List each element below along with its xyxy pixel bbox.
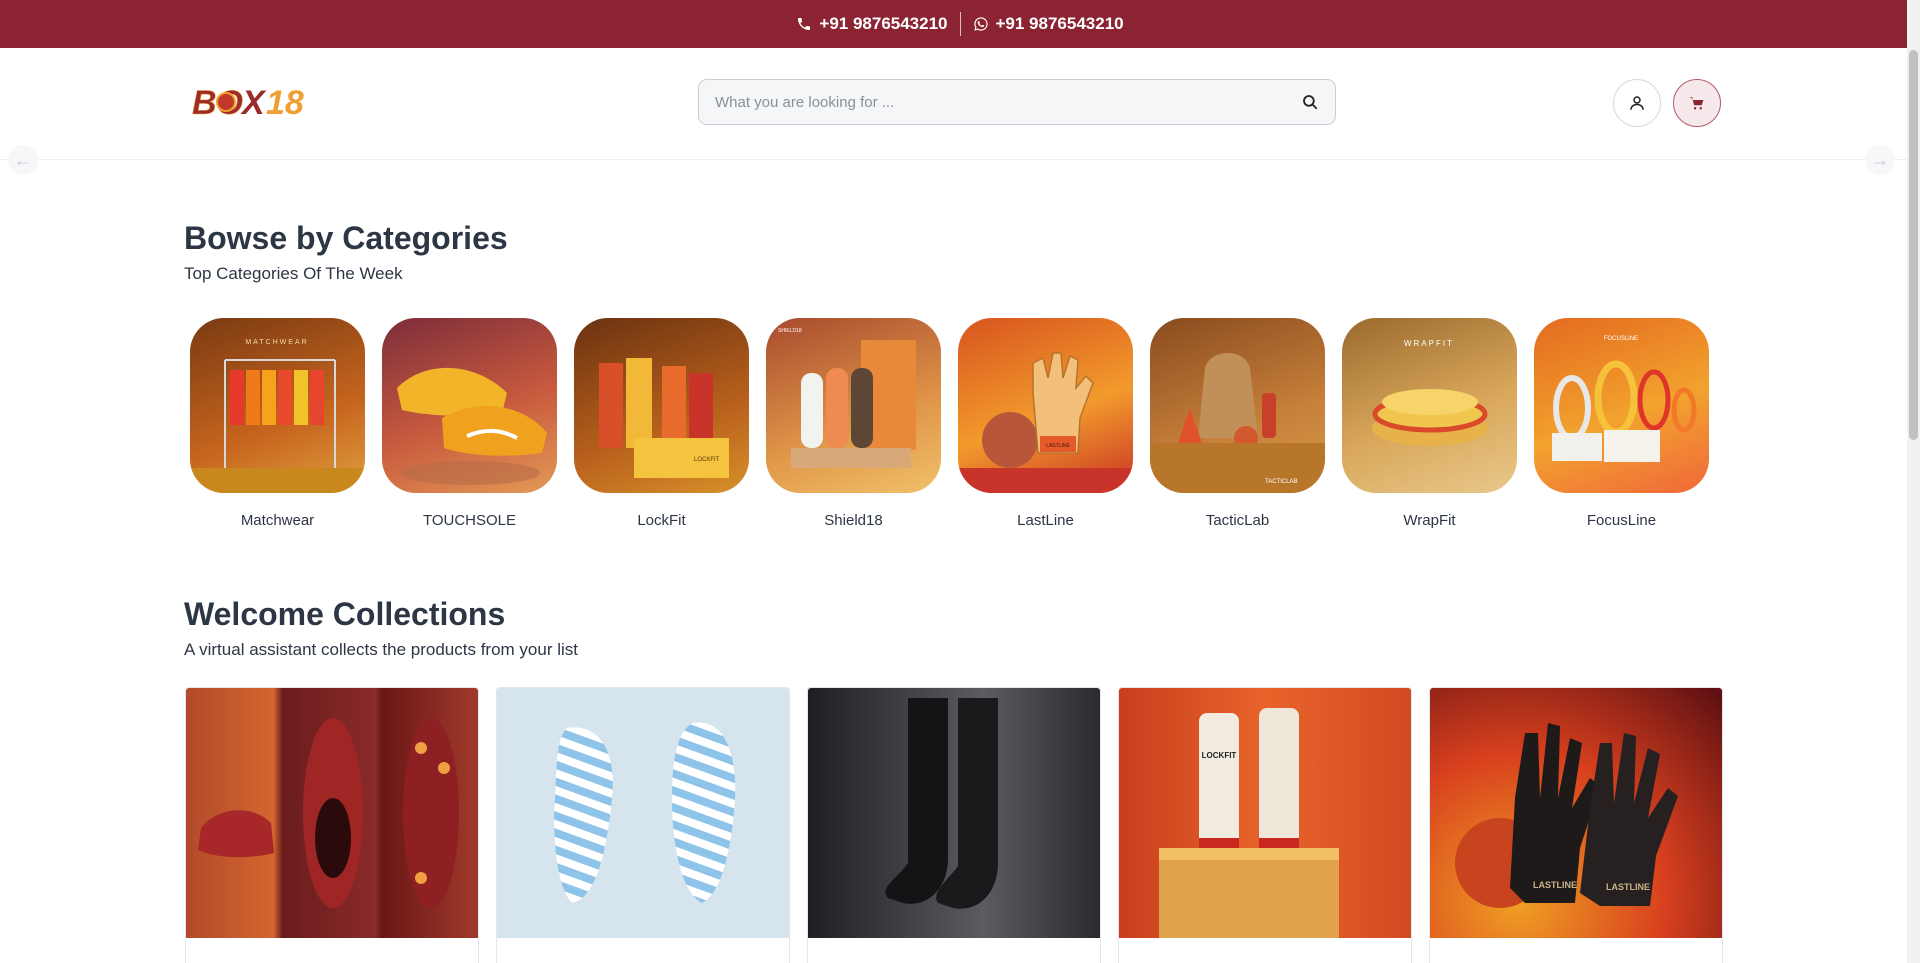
svg-text:LASTLINE: LASTLINE	[1046, 443, 1070, 449]
whatsapp-number: +91 9876543210	[995, 14, 1124, 33]
cart-icon	[1690, 97, 1704, 110]
contact-bar: +91 9876543210 +91 9876543210	[0, 0, 1920, 48]
category-tacticlab[interactable]: TACTICLAB TacticLab	[1150, 318, 1325, 529]
product-card[interactable]	[185, 687, 479, 963]
category-label: TacticLab	[1205, 512, 1270, 529]
wristbands-image: WRAPFIT	[1342, 318, 1517, 493]
collections-subtitle: A virtual assistant collects the product…	[184, 640, 578, 659]
product-card[interactable]	[496, 687, 790, 963]
category-label: LastLine	[1017, 512, 1074, 529]
site-header: BO X 18	[0, 48, 1920, 160]
whatsapp-icon	[973, 17, 988, 31]
category-label: TOUCHSOLE	[422, 512, 517, 529]
category-label: FocusLine	[1586, 512, 1657, 529]
category-list: MATCHWEAR Matchwear TOUCHSOLE LOCKFIT Lo…	[190, 318, 1709, 529]
svg-text:FOCUSLINE: FOCUSLINE	[1604, 336, 1638, 342]
search-bar	[698, 79, 1336, 125]
category-label: LockFit	[637, 512, 686, 529]
svg-text:WRAPFIT: WRAPFIT	[1404, 339, 1454, 348]
category-focusline[interactable]: FOCUSLINE FocusLine	[1534, 318, 1709, 529]
user-icon	[1630, 96, 1644, 110]
svg-text:TACTICLAB: TACTICLAB	[1265, 479, 1298, 485]
svg-text:LASTLINE: LASTLINE	[1533, 880, 1577, 890]
socks-box-image: LOCKFIT	[574, 318, 749, 493]
svg-text:18: 18	[266, 84, 304, 122]
category-matchwear[interactable]: MATCHWEAR Matchwear	[190, 318, 365, 529]
categories-title: Bowse by Categories	[184, 220, 508, 256]
svg-text:LOCKFIT: LOCKFIT	[694, 457, 720, 463]
goalkeeper-gloves-image: LASTLINE	[958, 318, 1133, 493]
box18-logo[interactable]: BO X 18	[190, 78, 308, 124]
scrollbar-thumb[interactable]	[1909, 50, 1918, 440]
football-boots-image	[382, 318, 557, 493]
shirts-rack-image: MATCHWEAR	[190, 318, 365, 493]
category-shield18[interactable]: SHIELD18 Shield18	[766, 318, 941, 529]
svg-text:LASTLINE: LASTLINE	[1606, 882, 1650, 892]
shin-guards-image: SHIELD18	[766, 318, 941, 493]
phone-contact[interactable]: +91 9876543210	[784, 14, 959, 34]
svg-text:SHIELD18: SHIELD18	[778, 328, 802, 334]
whatsapp-contact[interactable]: +91 9876543210	[961, 14, 1136, 34]
svg-text:X: X	[240, 84, 267, 122]
category-lastline[interactable]: LASTLINE LastLine	[958, 318, 1133, 529]
svg-text:LOCKFIT: LOCKFIT	[1202, 751, 1237, 760]
product-card[interactable]: LASTLINE LASTLINE	[1429, 687, 1723, 963]
black-socks-image	[808, 688, 1100, 938]
logo-graphic: BO X 18	[192, 84, 304, 123]
category-touchsole[interactable]: TOUCHSOLE	[382, 318, 557, 529]
collections-title: Welcome Collections	[184, 596, 506, 632]
page-scrollbar[interactable]	[1907, 0, 1920, 963]
svg-text:MATCHWEAR: MATCHWEAR	[245, 339, 308, 346]
search-icon[interactable]	[1301, 93, 1319, 111]
product-card[interactable]	[807, 687, 1101, 963]
category-wrapfit[interactable]: WRAPFIT WrapFit	[1342, 318, 1517, 529]
cart-button[interactable]	[1673, 79, 1721, 127]
search-input[interactable]	[715, 93, 1301, 111]
striped-boots-image	[497, 688, 789, 938]
training-gear-image: TACTICLAB	[1150, 318, 1325, 493]
carousel-prev-arrow-icon[interactable]: ←	[8, 145, 38, 175]
product-card[interactable]: LOCKFIT	[1118, 687, 1412, 963]
carousel-next-arrow-icon[interactable]: →	[1865, 145, 1895, 175]
lastline-gloves-image: LASTLINE LASTLINE	[1430, 688, 1722, 938]
category-label: Shield18	[824, 512, 883, 529]
account-button[interactable]	[1613, 79, 1661, 127]
categories-subtitle: Top Categories Of The Week	[184, 264, 403, 283]
category-label: Matchwear	[240, 512, 315, 529]
category-label: WrapFit	[1403, 512, 1456, 529]
headbands-image: FOCUSLINE	[1534, 318, 1709, 493]
product-list: LOCKFIT LASTLINE LASTLINE	[185, 687, 1723, 963]
lockfit-socks-image: LOCKFIT	[1119, 688, 1411, 938]
phone-icon	[798, 18, 811, 30]
phone-number: +91 9876543210	[819, 14, 948, 33]
category-lockfit[interactable]: LOCKFIT LockFit	[574, 318, 749, 529]
red-football-boots-image	[186, 688, 478, 938]
